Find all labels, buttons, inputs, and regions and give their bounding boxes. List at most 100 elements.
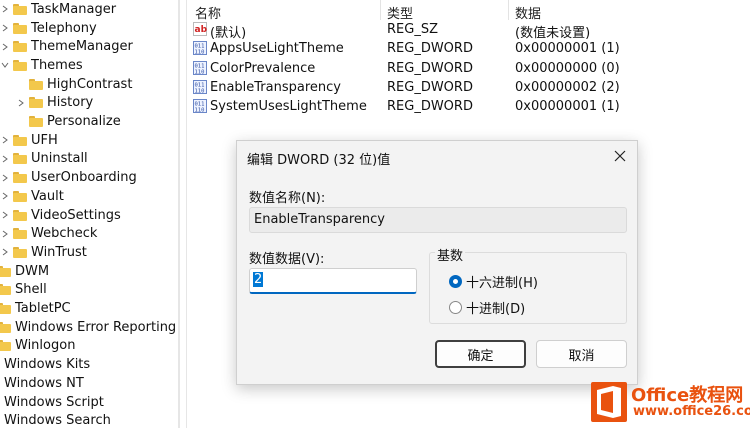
value-data: 0x00000001 (1) <box>515 99 620 115</box>
tree-item[interactable]: Shell <box>0 281 47 300</box>
tree-item[interactable]: Vault <box>0 187 64 206</box>
chevron-right-icon[interactable] <box>0 135 10 145</box>
radio-selected-icon <box>449 275 462 288</box>
chevron-right-icon[interactable] <box>16 98 26 108</box>
chevron-right-icon[interactable] <box>0 42 10 52</box>
column-divider[interactable] <box>380 0 381 20</box>
tree-item[interactable]: History <box>16 94 93 113</box>
tree-item[interactable]: Personalize <box>13 112 121 131</box>
tree-item[interactable]: Uninstall <box>0 150 88 169</box>
folder-icon <box>13 22 27 34</box>
column-header-name[interactable]: 名称 <box>195 3 221 22</box>
chevron-right-icon[interactable] <box>0 210 10 220</box>
edit-dword-dialog: 编辑 DWORD (32 位)值 数值名称(N): EnableTranspar… <box>236 140 638 385</box>
tree-item[interactable]: Webcheck <box>0 224 97 243</box>
radio-hexadecimal[interactable]: 十六进制(H) <box>449 272 538 291</box>
radio-decimal[interactable]: 十进制(D) <box>449 298 525 317</box>
tree-item-label: UserOnboarding <box>31 170 137 186</box>
watermark: Office教程网 www.office26.com <box>585 378 750 428</box>
svg-text:ab: ab <box>195 25 208 35</box>
folder-icon <box>13 190 27 202</box>
tree-item-label: Windows NT <box>4 375 84 391</box>
registry-value-row[interactable]: 011 110 SystemUsesLightTheme REG_DWORD 0x000… <box>187 98 750 117</box>
folder-icon <box>0 321 11 333</box>
folder-icon <box>13 41 27 53</box>
column-divider[interactable] <box>508 0 509 20</box>
value-data: 0x00000002 (2) <box>515 79 620 95</box>
folder-icon <box>29 97 43 109</box>
value-name: (默认) <box>210 26 247 41</box>
tree-item-label: Personalize <box>47 114 121 130</box>
chevron-right-icon[interactable] <box>0 247 10 257</box>
tree-item-label: History <box>47 95 94 111</box>
chevron-down-icon[interactable] <box>0 60 10 70</box>
tree-item[interactable]: UFH <box>0 131 58 150</box>
base-label: 基数 <box>435 245 466 264</box>
value-data: (数值未设置) <box>515 26 591 41</box>
tree-item[interactable]: DWM <box>0 262 49 281</box>
value-name: ColorPrevalence <box>210 60 316 76</box>
binary-value-icon: 011 110 <box>193 41 207 56</box>
tree-item[interactable]: VideoSettings <box>0 206 121 225</box>
tree-item[interactable]: Telephony <box>0 19 97 38</box>
value-type: REG_SZ <box>387 22 438 37</box>
tree-item[interactable]: Windows Script <box>0 393 104 412</box>
chevron-right-icon[interactable] <box>0 173 10 183</box>
chevron-right-icon[interactable] <box>0 4 10 14</box>
value-name-field: EnableTransparency <box>249 207 627 233</box>
close-icon <box>614 150 626 162</box>
radio-hex-label: 十六进制(H) <box>466 276 538 291</box>
tree-item-label: Windows Error Reporting <box>15 319 177 335</box>
tree-item-label: DWM <box>15 263 50 279</box>
pane-splitter[interactable] <box>178 0 180 428</box>
tree-item-label: HighContrast <box>47 76 133 92</box>
chevron-right-icon[interactable] <box>0 23 10 33</box>
tree-item[interactable]: WinTrust <box>0 243 87 262</box>
tree-item-label: Themes <box>31 57 83 73</box>
tree-item[interactable]: Themes <box>0 56 83 75</box>
svg-text:110: 110 <box>195 108 205 114</box>
value-type: REG_DWORD <box>387 60 473 76</box>
chevron-right-icon[interactable] <box>0 229 10 239</box>
tree-item-label: Windows Kits <box>4 357 91 373</box>
tree-item-label: Uninstall <box>31 151 88 167</box>
tree-item-label: TabletPC <box>15 301 71 317</box>
watermark-url: www.office26.com <box>633 404 750 419</box>
tree-item[interactable]: HighContrast <box>16 75 132 94</box>
tree-item[interactable]: UserOnboarding <box>0 168 137 187</box>
column-header-data[interactable]: 数据 <box>515 3 541 22</box>
cancel-button[interactable]: 取消 <box>536 340 627 368</box>
folder-icon <box>13 153 27 165</box>
tree-item[interactable]: Windows Search <box>0 411 111 428</box>
column-header-type[interactable]: 类型 <box>387 3 413 22</box>
value-data-input[interactable]: 2 <box>249 268 417 294</box>
tree-item[interactable]: TabletPC <box>0 299 71 318</box>
registry-value-row[interactable]: 011 110 ColorPrevalence REG_DWORD 0x00000000… <box>187 60 750 79</box>
tree-item[interactable]: Windows NT <box>0 374 84 393</box>
value-name: SystemUsesLightTheme <box>210 99 367 115</box>
tree-item-label: UFH <box>31 132 58 148</box>
tree-item[interactable]: Windows Error Reporting <box>0 318 176 337</box>
value-type: REG_DWORD <box>387 99 473 115</box>
tree-item[interactable]: Winlogon <box>0 337 75 356</box>
tree-item[interactable]: ThemeManager <box>0 37 133 56</box>
binary-value-icon: 011 110 <box>193 60 207 75</box>
tree-item[interactable]: TaskManager <box>0 0 116 19</box>
chevron-right-icon[interactable] <box>0 191 10 201</box>
ok-button[interactable]: 确定 <box>435 340 526 368</box>
registry-value-row[interactable]: 011 110 EnableTransparency REG_DWORD 0x00000… <box>187 79 750 98</box>
registry-value-row[interactable]: ab (默认) REG_SZ (数值未设置) <box>187 21 750 41</box>
tree-item-label: Webcheck <box>31 226 98 242</box>
registry-value-row[interactable]: 011 110 AppsUseLightTheme REG_DWORD 0x000000… <box>187 40 750 59</box>
close-button[interactable] <box>611 147 629 165</box>
folder-icon <box>13 59 27 71</box>
tree-item-label: Telephony <box>31 20 97 36</box>
tree-item[interactable]: Windows Kits <box>0 355 90 374</box>
tree-item-label: Shell <box>15 282 47 298</box>
value-data: 0x00000000 (0) <box>515 60 620 76</box>
value-name-label: 数值名称(N): <box>249 191 326 206</box>
registry-tree[interactable]: TaskManager Telephony ThemeManager Themes Hi… <box>0 0 178 428</box>
chevron-right-icon[interactable] <box>0 154 10 164</box>
folder-icon <box>29 78 43 90</box>
